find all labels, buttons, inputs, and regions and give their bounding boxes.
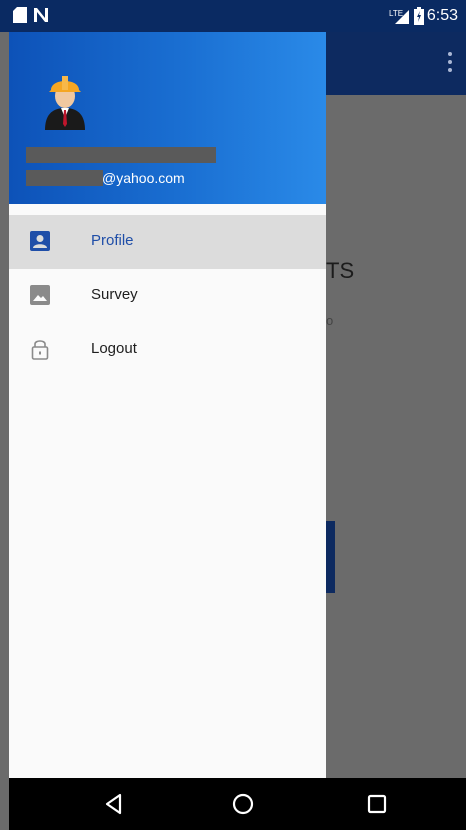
image-icon — [30, 285, 50, 305]
email-redaction — [26, 170, 103, 186]
overflow-menu-icon[interactable] — [448, 52, 452, 76]
sd-card-icon — [13, 7, 27, 23]
drawer-header: @yahoo.com — [9, 32, 326, 204]
battery-charging-icon — [414, 7, 424, 25]
email-text: @yahoo.com — [102, 170, 185, 186]
back-icon[interactable] — [100, 790, 128, 818]
n-notification-icon — [34, 8, 48, 22]
account-box-icon — [30, 231, 50, 251]
engineer-avatar — [45, 76, 85, 130]
menu-label-logout: Logout — [91, 340, 137, 357]
app-bar — [326, 32, 466, 95]
name-redaction — [26, 147, 216, 163]
menu-item-logout[interactable]: Logout — [9, 323, 326, 377]
menu-item-survey[interactable]: Survey — [9, 269, 326, 323]
home-icon[interactable] — [229, 790, 257, 818]
menu-item-profile[interactable]: Profile — [9, 215, 326, 269]
menu-label-profile: Profile — [91, 232, 134, 249]
drawer-menu: Profile Survey Logout — [9, 215, 326, 377]
background-button-fragment — [326, 521, 335, 593]
background-text-fragment: o — [326, 313, 334, 328]
navigation-drawer: @yahoo.com Profile Survey Logout — [9, 32, 326, 778]
status-bar: LTE 6:53 — [0, 0, 466, 32]
recents-icon[interactable] — [363, 790, 391, 818]
system-nav-bar — [9, 778, 466, 830]
lte-signal-icon: LTE — [389, 9, 409, 24]
menu-label-survey: Survey — [91, 286, 138, 303]
background-heading-fragment: TS — [326, 258, 355, 283]
svg-text:LTE: LTE — [389, 9, 403, 18]
status-time: 6:53 — [426, 7, 458, 24]
lock-icon — [31, 340, 49, 360]
